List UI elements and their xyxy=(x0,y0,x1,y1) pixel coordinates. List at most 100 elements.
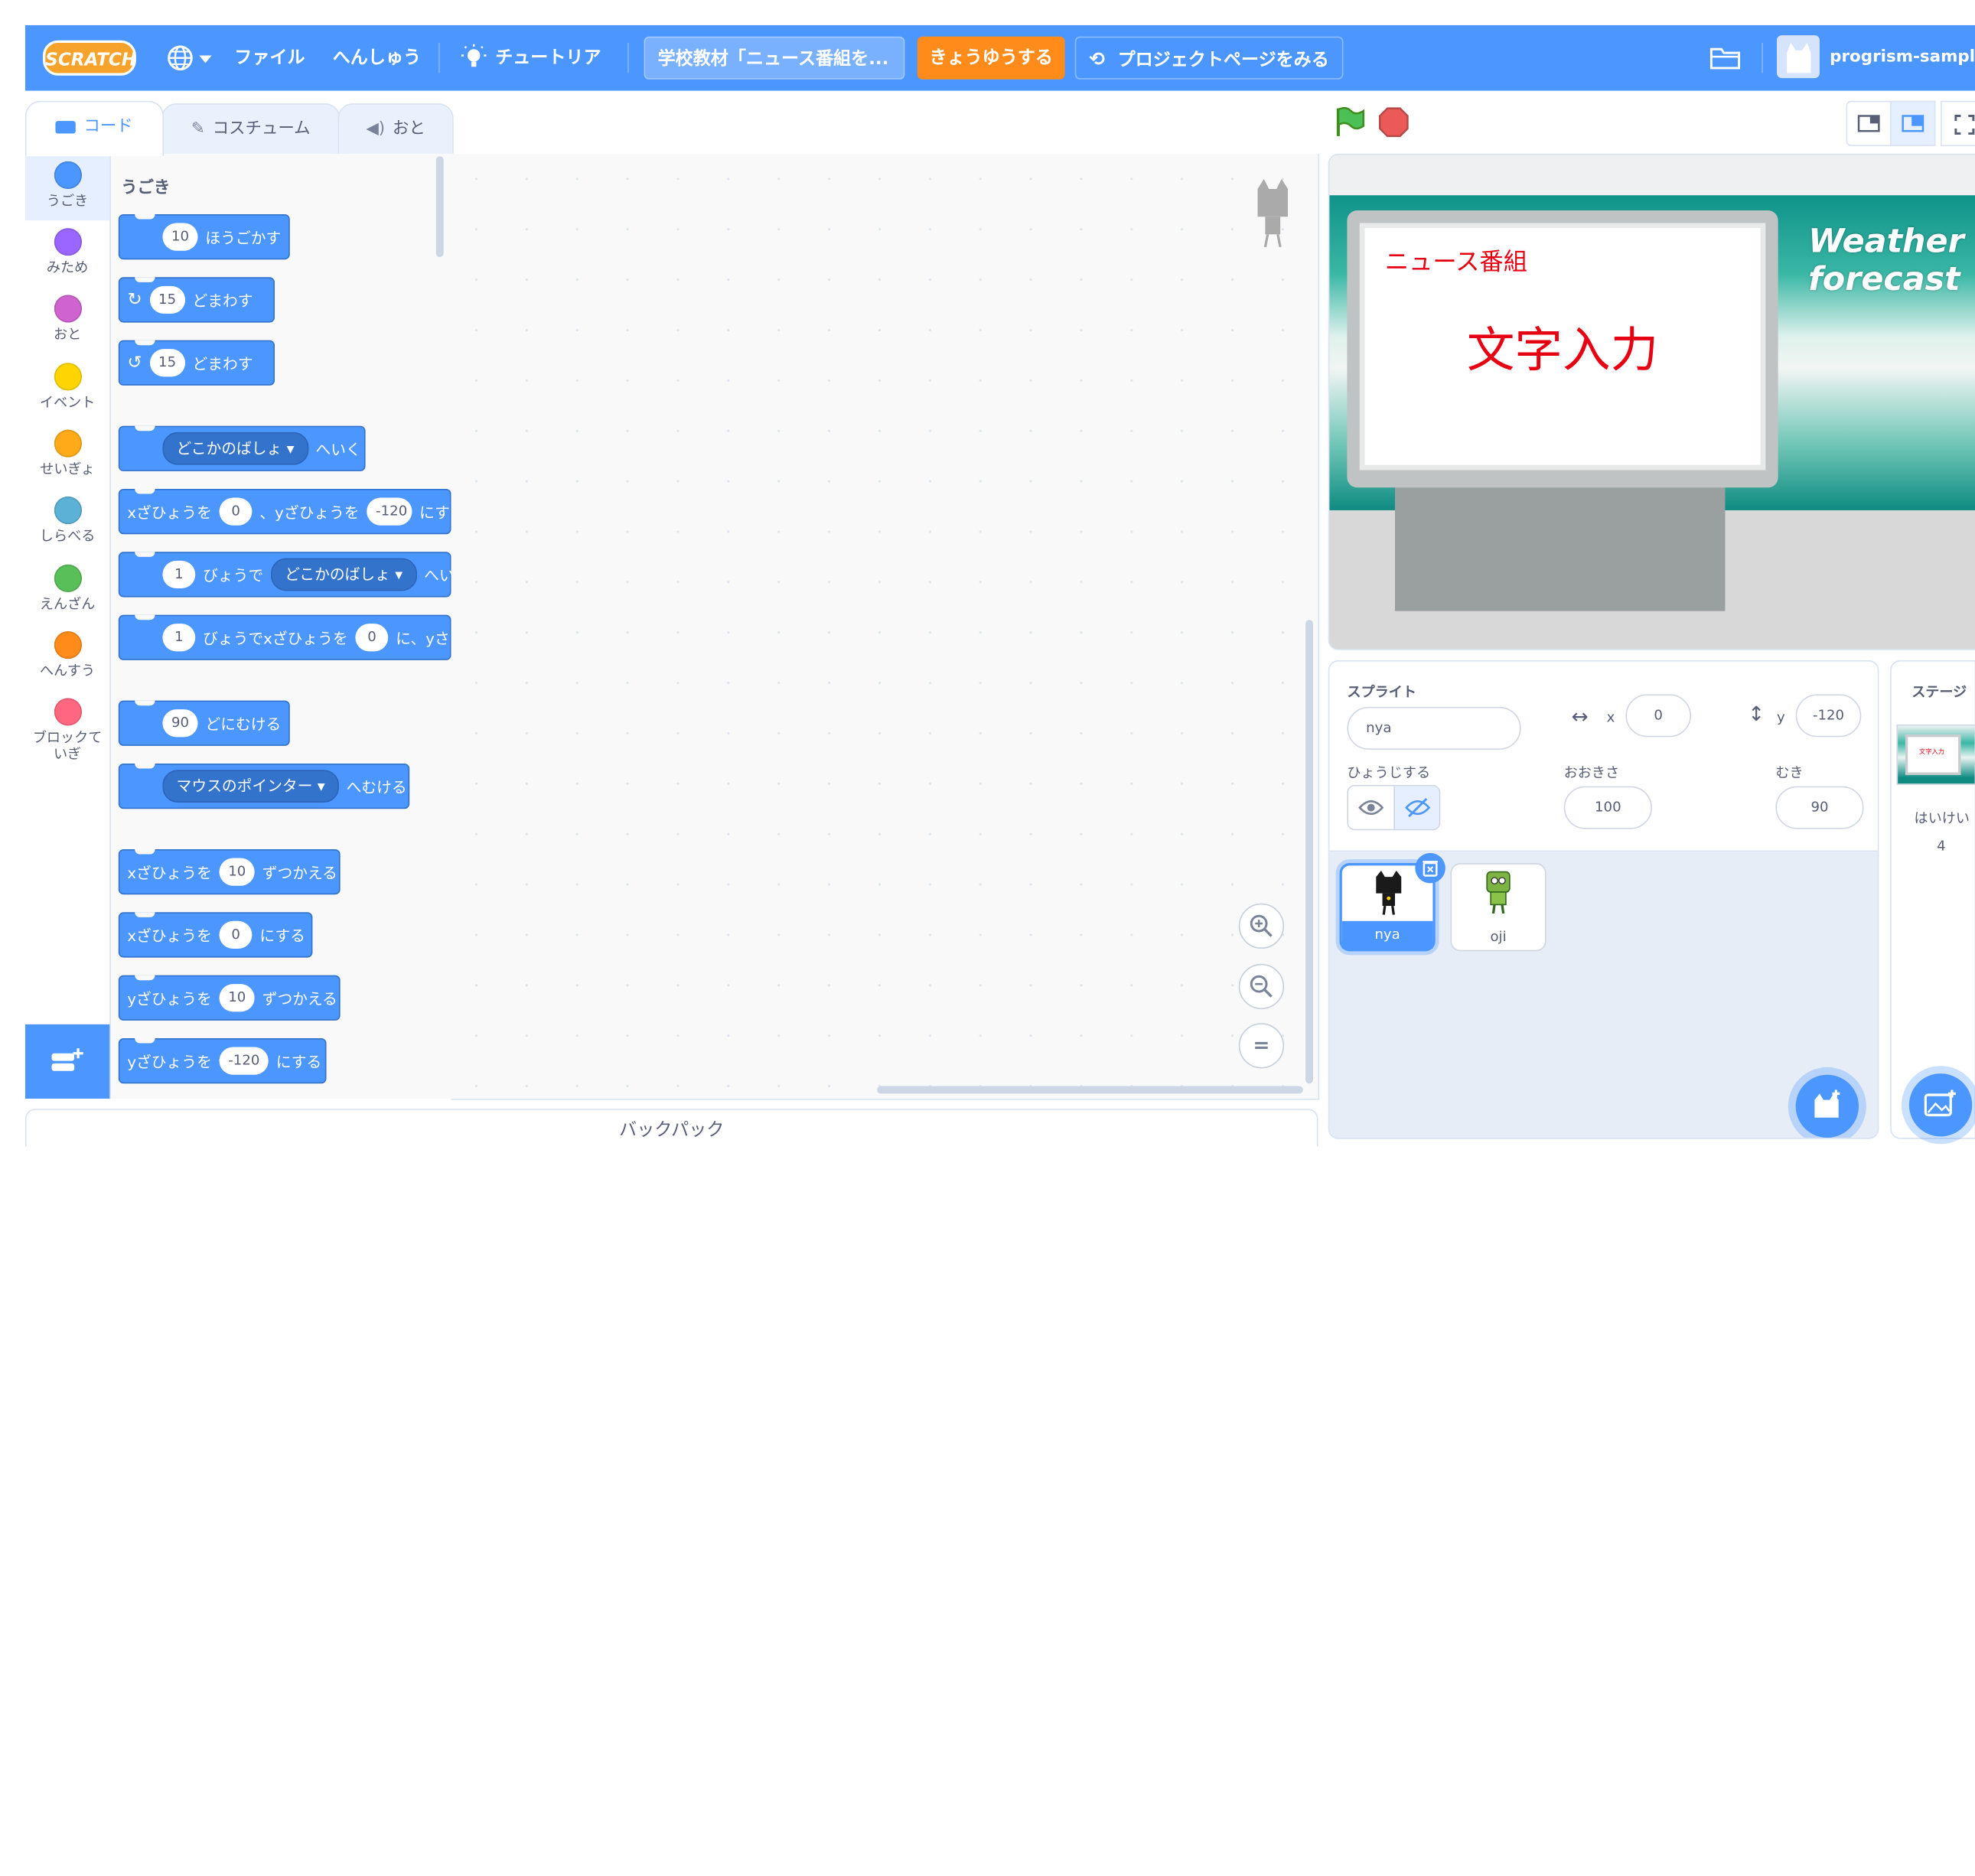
tab-code[interactable]: コード xyxy=(24,100,165,157)
project-title-input[interactable]: 学校教材「ニュース番組を... xyxy=(644,36,905,80)
goto-dropdown[interactable]: どこかのばしょ ▾ xyxy=(162,432,308,465)
block-input[interactable]: 10 xyxy=(162,223,198,251)
remix-icon: ⟲ xyxy=(1089,47,1106,71)
block-text: へむける xyxy=(346,777,407,796)
fullscreen-button[interactable] xyxy=(1941,100,1975,147)
set-x-block[interactable]: xざひょうを 0 にする xyxy=(118,912,313,958)
stage-target-panel[interactable]: ステージ 文字入力 はいけい 4 xyxy=(1890,660,1975,1139)
tab-sound[interactable]: ◀) おと xyxy=(337,103,454,154)
point-direction-block[interactable]: 90 どにむける xyxy=(118,700,290,746)
block-input[interactable]: 0 xyxy=(219,497,253,526)
towards-dropdown[interactable]: マウスのポインター ▾ xyxy=(162,770,339,803)
edit-menu[interactable]: へんしゅう xyxy=(333,25,421,91)
y-input[interactable]: -120 xyxy=(1795,694,1862,738)
tab-costume[interactable]: ✎ コスチューム xyxy=(161,103,341,154)
show-toggle xyxy=(1347,784,1441,831)
sprite-tile-oji[interactable]: oji xyxy=(1450,863,1546,952)
direction-input[interactable]: 90 xyxy=(1775,786,1864,829)
stage-canvas[interactable]: ニュース番組 文字入力 Weather forecast xyxy=(1328,153,1975,650)
sprite-name-input[interactable]: nya xyxy=(1347,706,1521,750)
language-menu[interactable] xyxy=(166,43,212,73)
change-x-block[interactable]: xざひょうを 10 ずつかえる xyxy=(118,848,341,895)
project-page-button[interactable]: ⟲ プロジェクトページをみる xyxy=(1074,36,1344,80)
point-towards-block[interactable]: マウスのポインター ▾ へむける xyxy=(118,763,410,809)
category-variables[interactable]: へんすう xyxy=(25,624,109,690)
goto-block[interactable]: どこかのばしょ ▾ へいく xyxy=(118,425,366,471)
tab-costume-label: コスチューム xyxy=(212,119,311,139)
block-input[interactable]: 15 xyxy=(149,349,185,377)
block-text: どにむける xyxy=(205,715,282,733)
category-my-blocks[interactable]: ブロックて いぎ xyxy=(25,690,109,766)
zoom-out-button[interactable] xyxy=(1238,963,1285,1010)
tutorial-button[interactable]: チュートリアル xyxy=(461,25,613,134)
block-text: xざひょうを xyxy=(127,863,212,881)
script-scrollbar-horizontal[interactable] xyxy=(877,1086,1303,1094)
y-arrow-icon: ↕ xyxy=(1748,702,1765,726)
weather-text: Weather xyxy=(1808,223,1964,261)
block-input[interactable]: 90 xyxy=(162,709,198,738)
x-input[interactable]: 0 xyxy=(1625,694,1692,738)
folder-icon[interactable] xyxy=(1709,45,1741,70)
backpack[interactable]: バックパック xyxy=(24,1109,1318,1147)
glide-xy-block[interactable]: 1 びょうでxざひょうを 0 に、yさ xyxy=(118,614,451,660)
script-scrollbar-vertical[interactable] xyxy=(1305,620,1313,1084)
dropdown-label: どこかのばしょ xyxy=(176,439,282,458)
monitor-stand xyxy=(1395,485,1726,611)
share-button[interactable]: きょうゆうする xyxy=(917,36,1065,80)
add-extension-button[interactable] xyxy=(24,1024,110,1099)
glide-to-block[interactable]: 1 びょうで どこかのばしょ ▾ へい xyxy=(118,552,451,598)
block-input[interactable]: 1 xyxy=(162,624,196,652)
block-text: ずつかえる xyxy=(262,989,337,1008)
scratch-logo[interactable]: SCRATCH xyxy=(42,40,136,76)
sprite-tile-nya[interactable]: nya xyxy=(1339,852,1445,952)
large-stage-button[interactable] xyxy=(1890,100,1936,147)
fullscreen-icon xyxy=(1954,115,1975,135)
turn-right-block[interactable]: ↻ 15 どまわす xyxy=(118,277,275,323)
file-menu[interactable]: ファイル xyxy=(234,25,305,91)
show-visible-button[interactable] xyxy=(1348,786,1396,829)
category-sensing[interactable]: しらべる xyxy=(25,489,109,555)
add-sprite-button[interactable] xyxy=(1795,1074,1859,1138)
size-label: おおきさ xyxy=(1563,764,1620,782)
change-y-block[interactable]: yざひょうを 10 ずつかえる xyxy=(118,975,341,1021)
block-input[interactable]: 1 xyxy=(162,560,196,589)
trash-icon xyxy=(1423,861,1438,877)
script-area[interactable]: = xyxy=(451,153,1320,1100)
block-input[interactable]: 10 xyxy=(219,858,255,886)
category-events[interactable]: イベント xyxy=(25,355,109,422)
goto-xy-block[interactable]: xざひょうを 0 、yざひょうを -120 にす xyxy=(118,488,451,535)
zoom-reset-button[interactable]: = xyxy=(1238,1023,1285,1069)
category-sound[interactable]: おと xyxy=(25,287,109,353)
block-input[interactable]: 15 xyxy=(149,285,185,314)
delete-sprite-button[interactable] xyxy=(1415,852,1445,884)
nya-sprite-icon xyxy=(1376,870,1402,915)
add-backdrop-button[interactable] xyxy=(1908,1073,1973,1137)
category-control[interactable]: せいぎょ xyxy=(25,422,109,489)
green-flag-icon[interactable] xyxy=(1333,106,1366,138)
brush-icon: ✎ xyxy=(191,119,205,139)
set-y-block[interactable]: yざひょうを -120 にする xyxy=(118,1037,327,1084)
block-input[interactable]: 0 xyxy=(219,920,253,949)
block-text: ずつかえる xyxy=(262,863,337,881)
block-input[interactable]: 0 xyxy=(355,624,389,652)
stop-icon[interactable] xyxy=(1377,106,1410,138)
turn-left-block[interactable]: ↺ 15 どまわす xyxy=(118,340,275,386)
block-text: どまわす xyxy=(192,291,253,310)
category-operators[interactable]: えんざん xyxy=(25,557,109,624)
block-input[interactable]: -120 xyxy=(367,497,412,526)
category-motion[interactable]: うごき xyxy=(24,153,110,221)
small-stage-button[interactable] xyxy=(1846,100,1892,147)
news-title: ニュース番組 xyxy=(1384,248,1528,276)
size-input[interactable]: 100 xyxy=(1563,786,1652,829)
glide-dropdown[interactable]: どこかのばしょ ▾ xyxy=(271,558,417,591)
y-label: y xyxy=(1776,709,1785,726)
block-input[interactable]: -120 xyxy=(219,1047,269,1075)
block-input[interactable]: 10 xyxy=(219,984,255,1012)
add-sprite-icon xyxy=(1814,1089,1840,1118)
category-looks[interactable]: みため xyxy=(25,220,109,287)
palette-scrollbar[interactable] xyxy=(435,156,444,257)
account-menu[interactable]: progrism-sample xyxy=(1776,35,1975,80)
zoom-in-button[interactable] xyxy=(1238,903,1285,949)
move-steps-block[interactable]: 10 ほうごかす xyxy=(118,213,290,260)
show-hidden-button[interactable] xyxy=(1395,786,1439,829)
